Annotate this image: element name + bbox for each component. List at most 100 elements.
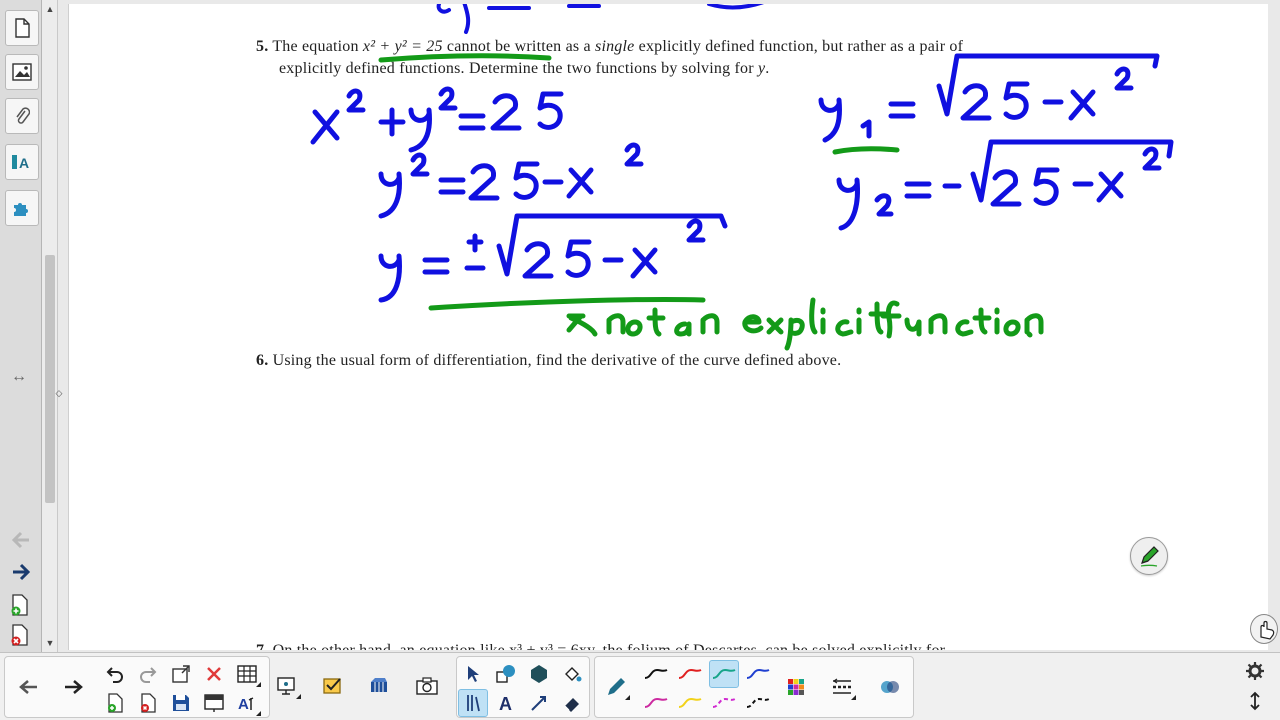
next-page-arrow-icon[interactable]: [9, 560, 33, 584]
yellow-pen-stroke-icon: [678, 697, 702, 708]
screen-shade-button[interactable]: [199, 689, 229, 717]
toolbar-group-pens: [594, 656, 914, 718]
insert-table-button[interactable]: [232, 660, 262, 688]
pen-color-green[interactable]: [709, 660, 739, 688]
fill-tool-button[interactable]: [557, 660, 587, 688]
toolbar-group-tools: [268, 656, 454, 718]
line-style-button[interactable]: [827, 673, 857, 701]
gear-icon: [1246, 662, 1264, 680]
delete-button[interactable]: [199, 660, 229, 688]
arrow-cursor-icon: [468, 666, 479, 682]
ink-green-underline: [428, 296, 706, 311]
magenta-pen-stroke-icon: [644, 697, 668, 708]
gallery-tab[interactable]: [5, 54, 39, 90]
settings-button[interactable]: [1240, 657, 1270, 685]
hexagon-icon: [531, 665, 547, 683]
eraser-tool-button[interactable]: [557, 689, 587, 717]
forward-button[interactable]: [59, 673, 89, 701]
equation-underline: [378, 53, 552, 63]
eraser-icon: [564, 698, 579, 712]
red-x-icon: [207, 667, 221, 681]
dashed-magenta-stroke-icon: [712, 697, 736, 708]
delete-page-icon[interactable]: [10, 624, 30, 646]
black-pen-stroke-icon: [644, 668, 668, 679]
shapes-icon: [496, 665, 515, 683]
scroll-down-arrow-icon[interactable]: ▼: [45, 638, 55, 648]
display-button[interactable]: [272, 672, 302, 700]
addons-tab[interactable]: [5, 190, 39, 226]
transparency-button[interactable]: [875, 673, 905, 701]
panel-side-toggle[interactable]: ↔: [7, 368, 31, 386]
notebook-window: A ↔ ▲ ▼ ◇ 5. The equation x² + y² = 25 c…: [0, 0, 1280, 720]
dropdown-corner-icon: [256, 711, 261, 716]
regular-polygon-tool-button[interactable]: [524, 660, 554, 688]
shapes-tool-button[interactable]: [491, 660, 521, 688]
add-page-icon[interactable]: [10, 594, 30, 616]
delete-page-button[interactable]: [133, 689, 163, 717]
scroll-up-arrow-icon[interactable]: ▲: [45, 4, 55, 14]
red-pen-stroke-icon: [678, 668, 702, 679]
line-arrow-icon: [531, 696, 546, 711]
pencil-icon: [1140, 546, 1159, 567]
toolbar-group-objects: A: [456, 656, 590, 718]
ink-note-not-explicit: [566, 297, 1044, 351]
ink-line-x2-plus-y2: [310, 86, 564, 153]
redo-button[interactable]: [133, 660, 163, 688]
capture-button[interactable]: [412, 672, 442, 700]
attachments-tab[interactable]: [5, 98, 39, 134]
panel-resize-handle-icon[interactable]: ◇: [54, 388, 64, 400]
select-tool-button[interactable]: [458, 660, 488, 688]
save-button[interactable]: [166, 689, 196, 717]
delete-page-icon: [141, 693, 156, 713]
handwriting-recognition-button[interactable]: A: [232, 689, 262, 717]
pen-color-yellow[interactable]: [675, 689, 705, 717]
pen-color-blue[interactable]: [743, 660, 773, 688]
up-down-arrow-icon: [1250, 691, 1260, 711]
notebook-page[interactable]: 5. The equation x² + y² = 25 cannot be w…: [68, 4, 1268, 650]
monitor-icon: [277, 677, 295, 695]
text-tool-button[interactable]: A: [491, 689, 521, 717]
pen-color-black[interactable]: [641, 660, 671, 688]
line-style-icon: [832, 678, 851, 694]
toolbar-position-button[interactable]: [1240, 687, 1270, 715]
hand-cursor-icon: [1250, 614, 1278, 644]
back-arrow-icon: [19, 680, 37, 694]
pen-type-button[interactable]: [601, 673, 631, 701]
undo-button[interactable]: [100, 660, 130, 688]
vertical-scrollbar[interactable]: ▲ ▼: [42, 0, 58, 652]
pen-color-red[interactable]: [675, 660, 705, 688]
pen-icon: [608, 678, 625, 695]
ink-line-y1: [818, 53, 1160, 143]
forward-arrow-icon: [65, 680, 83, 694]
add-page-icon: [108, 693, 123, 713]
handwriting-ink-layer: [310, 4, 1174, 351]
scrollbar-thumb[interactable]: [45, 255, 55, 503]
measurement-tools-button[interactable]: [458, 689, 488, 717]
pen-mode-button[interactable]: [1130, 537, 1168, 575]
page-sorter-tab[interactable]: [5, 10, 39, 46]
new-page-button[interactable]: [100, 689, 130, 717]
color-grid-icon: [788, 679, 804, 695]
back-button[interactable]: [13, 673, 43, 701]
math-tools-button[interactable]: [364, 672, 394, 700]
letter-a-icon: A: [499, 694, 512, 713]
redo-icon: [140, 667, 157, 683]
properties-tab[interactable]: A: [5, 144, 39, 180]
checkbox-response-icon: [323, 678, 341, 694]
undo-icon: [106, 667, 123, 683]
color-palette-button[interactable]: [781, 673, 811, 701]
overlapping-circles-icon: [881, 681, 899, 693]
blue-pen-stroke-icon: [746, 668, 770, 679]
pen-color-dashed-black[interactable]: [743, 689, 773, 717]
image-icon: [12, 63, 32, 81]
svg-text:A: A: [238, 696, 249, 712]
pen-color-magenta[interactable]: [641, 689, 671, 717]
response-button[interactable]: [318, 672, 348, 700]
paste-button[interactable]: [166, 660, 196, 688]
line-tool-button[interactable]: [524, 689, 554, 717]
ink-line-y-plus-minus: [378, 213, 728, 303]
previous-page-arrow-icon[interactable]: [9, 528, 33, 552]
cube-manipulative-icon: [371, 678, 387, 692]
pen-color-dashed-magenta[interactable]: [709, 689, 739, 717]
page-icon: [15, 18, 30, 38]
